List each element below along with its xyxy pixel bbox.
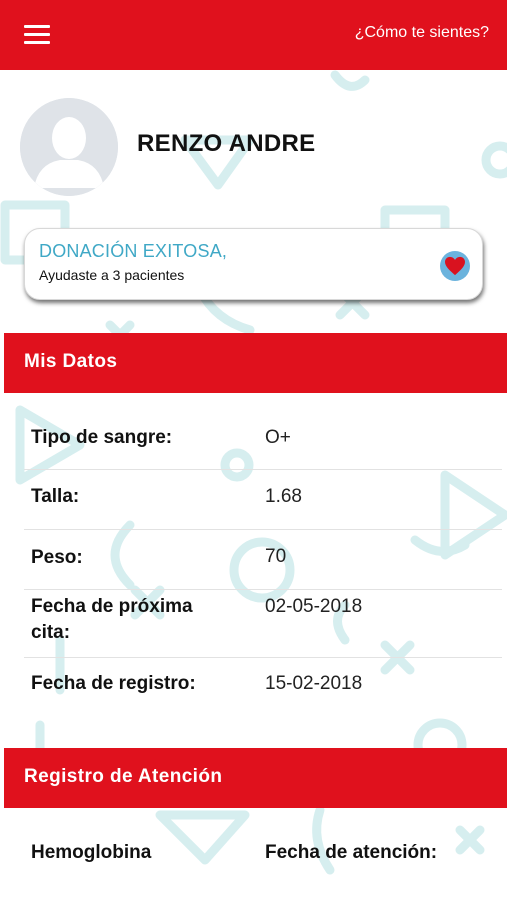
data-row-next-appointment: Fecha de próxima cita: 02-05-2018 [24, 590, 502, 658]
column-attention-date: Fecha de atención: [265, 842, 438, 863]
data-row-weight: Peso: 70 [24, 530, 502, 590]
registro-atencion-title: Registro de Atención [24, 766, 223, 787]
mis-datos-header: Mis Datos [4, 333, 507, 393]
data-row-blood-type: Tipo de sangre: O+ [24, 410, 502, 470]
donation-subtitle: Ayudaste a 3 pacientes [39, 267, 185, 283]
column-hemoglobin: Hemoglobina [31, 842, 152, 863]
heart-icon [440, 251, 470, 281]
row-label: Peso: [31, 547, 83, 568]
row-label: Tipo de sangre: [31, 427, 173, 448]
registro-atencion-header: Registro de Atención [4, 748, 507, 808]
row-value: 02-05-2018 [265, 596, 363, 617]
feeling-link[interactable]: ¿Cómo te sientes? [355, 24, 489, 42]
user-avatar-icon [20, 98, 118, 196]
donation-card[interactable]: DONACIÓN EXITOSA, Ayudaste a 3 pacientes [24, 228, 483, 300]
row-value: 15-02-2018 [265, 673, 363, 694]
data-row-height: Talla: 1.68 [24, 470, 502, 530]
row-label: Talla: [31, 486, 80, 507]
mis-datos-title: Mis Datos [24, 351, 118, 372]
row-label: Fecha de próxima cita: [31, 596, 193, 643]
data-row-registration-date: Fecha de registro: 15-02-2018 [24, 658, 502, 713]
row-value: 70 [265, 546, 287, 567]
hamburger-menu-icon[interactable] [24, 24, 52, 46]
donation-title: DONACIÓN EXITOSA, [39, 241, 228, 261]
row-label: Fecha de registro: [31, 673, 196, 694]
profile-name: RENZO ANDRE [137, 130, 316, 157]
row-value: 1.68 [265, 486, 302, 507]
top-app-bar: ¿Cómo te sientes? [0, 0, 507, 70]
row-value: O+ [265, 427, 291, 448]
